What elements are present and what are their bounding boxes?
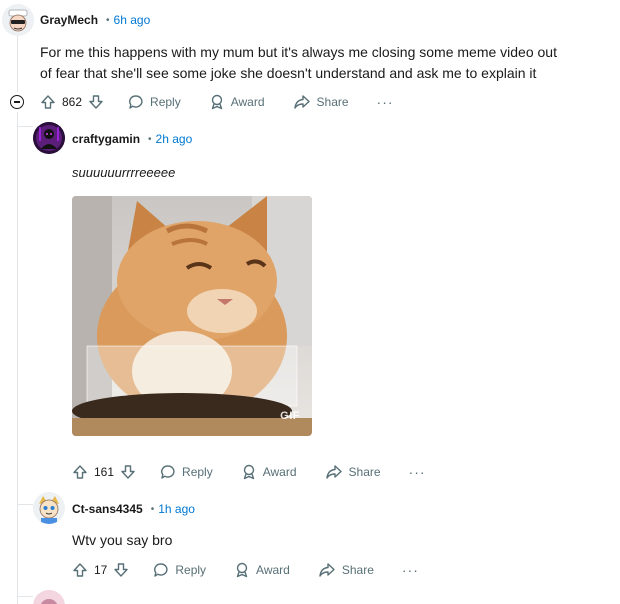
downvote-icon (89, 95, 103, 109)
comment-body: Wtv you say bro (72, 532, 173, 548)
upvote-button[interactable] (40, 94, 56, 110)
award-label: Award (256, 563, 290, 577)
vote-count: 161 (94, 465, 115, 479)
comment-actions: 862 Reply Award Share ··· (40, 91, 394, 113)
timestamp[interactable]: 1h ago (158, 502, 195, 516)
username[interactable]: GrayMech (40, 13, 98, 27)
award-button[interactable]: Award (241, 464, 297, 480)
more-icon[interactable]: ··· (409, 464, 426, 480)
share-label: Share (348, 465, 381, 479)
reply-label: Reply (182, 465, 213, 479)
comment-body: suuuuuurrrreeeee (72, 165, 176, 180)
share-label: Share (316, 95, 349, 109)
share-button[interactable]: Share (318, 562, 374, 578)
thread-line-children (17, 112, 18, 604)
reply-label: Reply (175, 563, 207, 577)
upvote-icon (73, 563, 87, 577)
share-icon (293, 95, 310, 109)
downvote-icon (121, 465, 135, 479)
reply-icon (161, 465, 175, 479)
comment-meta: craftygamin • 2h ago (72, 132, 192, 146)
vote-count: 862 (62, 95, 83, 109)
gif-badge: GIF (280, 410, 300, 422)
username[interactable]: craftygamin (72, 132, 140, 146)
upvote-icon (73, 465, 87, 479)
award-label: Award (230, 95, 265, 109)
award-label: Award (262, 465, 297, 479)
share-button[interactable]: Share (293, 94, 349, 110)
avatar[interactable] (33, 122, 65, 154)
reply-button[interactable]: Reply (160, 464, 213, 480)
reply-button[interactable]: Reply (128, 94, 181, 110)
avatar[interactable] (33, 590, 65, 604)
reply-icon (154, 563, 168, 577)
thread-line-branch-2 (17, 504, 33, 505)
award-icon (243, 464, 254, 480)
more-icon[interactable]: ··· (402, 562, 419, 578)
share-icon (325, 465, 342, 479)
collapse-icon[interactable] (10, 95, 24, 109)
separator-dot: • (148, 133, 152, 145)
reply-icon (129, 95, 143, 109)
downvote-button[interactable] (113, 562, 129, 578)
upvote-icon (41, 95, 55, 109)
thread-line-root (17, 36, 18, 92)
upvote-button[interactable] (72, 562, 88, 578)
upvote-button[interactable] (72, 464, 88, 480)
downvote-button[interactable] (88, 94, 104, 110)
avatar[interactable] (2, 4, 34, 36)
timestamp[interactable]: 2h ago (156, 132, 193, 146)
avatar[interactable] (33, 492, 65, 524)
award-icon (211, 94, 222, 110)
award-button[interactable]: Award (209, 94, 265, 110)
more-icon[interactable]: ··· (377, 94, 394, 110)
award-icon (236, 562, 248, 578)
downvote-button[interactable] (120, 464, 136, 480)
comment-meta: GrayMech • 6h ago (40, 13, 150, 27)
share-label: Share (341, 563, 374, 577)
comment-meta: Ct-sans4345 • 1h ago (72, 502, 195, 516)
award-button[interactable]: Award (234, 562, 290, 578)
separator-dot: • (106, 14, 110, 26)
share-icon (319, 563, 335, 577)
vote-count: 17 (94, 563, 108, 577)
downvote-icon (114, 563, 129, 577)
thread-line-branch-1 (17, 126, 33, 127)
username[interactable]: Ct-sans4345 (72, 502, 143, 516)
share-button[interactable]: Share (325, 464, 381, 480)
reply-label: Reply (150, 95, 181, 109)
timestamp[interactable]: 6h ago (114, 13, 151, 27)
reply-button[interactable]: Reply (153, 562, 206, 578)
separator-dot: • (150, 503, 155, 515)
comment-actions: 17 Reply Award Share ··· (72, 559, 419, 581)
comment-body: For me this happens with my mum but it's… (40, 44, 557, 81)
comment-actions: 161 Reply Award Share ··· (72, 461, 426, 483)
thread-line-branch-3 (17, 596, 33, 597)
gif-image[interactable]: GIF (72, 196, 312, 436)
